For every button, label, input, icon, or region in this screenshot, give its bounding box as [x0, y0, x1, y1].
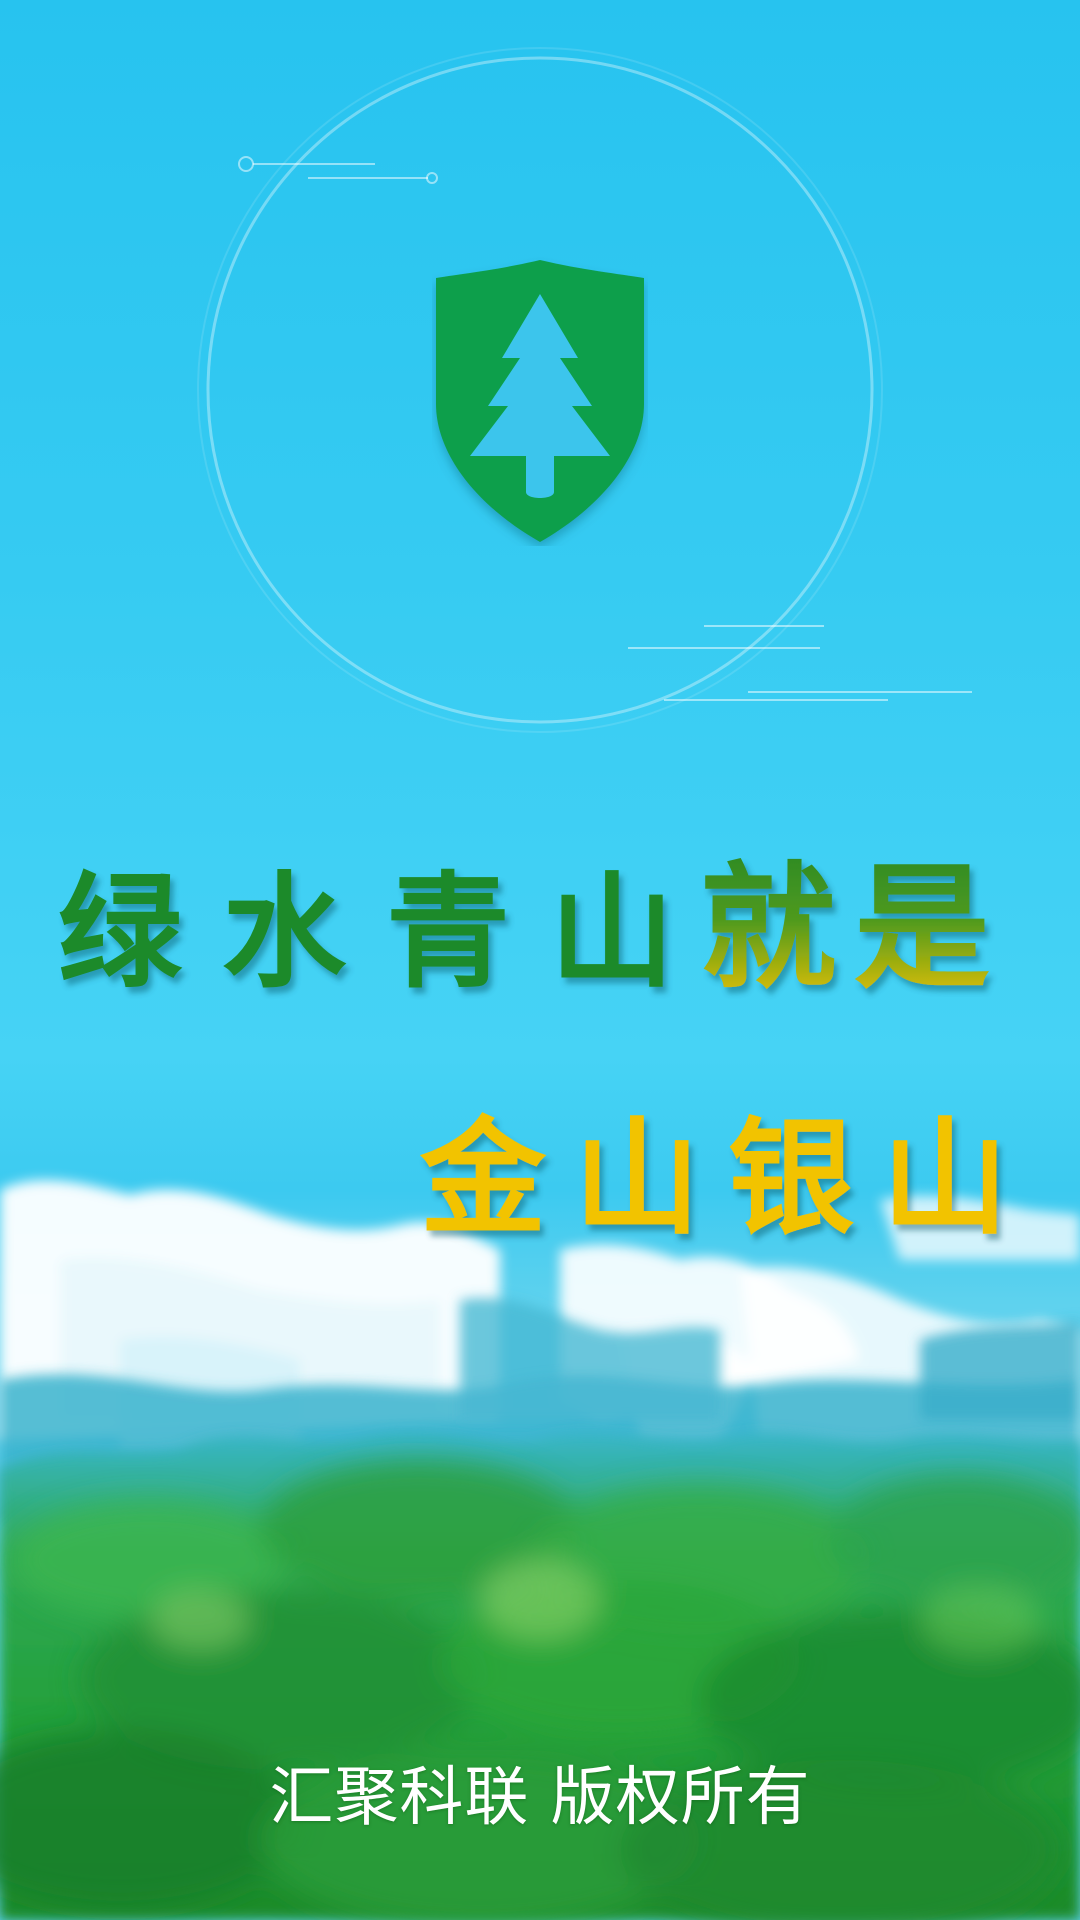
copyright-text: 汇聚科联 版权所有	[269, 1761, 811, 1835]
slogan: 绿水青山 就是 金山银山	[58, 848, 1036, 1252]
splash-screen: 绿水青山 就是 金山银山 汇聚科联 版权所有	[0, 0, 1080, 1920]
slogan-line2-gold: 金山银山	[419, 1104, 1036, 1252]
slogan-line1-gradient: 就是	[700, 848, 1008, 1008]
slogan-line1-green: 绿水青山	[58, 860, 714, 1005]
